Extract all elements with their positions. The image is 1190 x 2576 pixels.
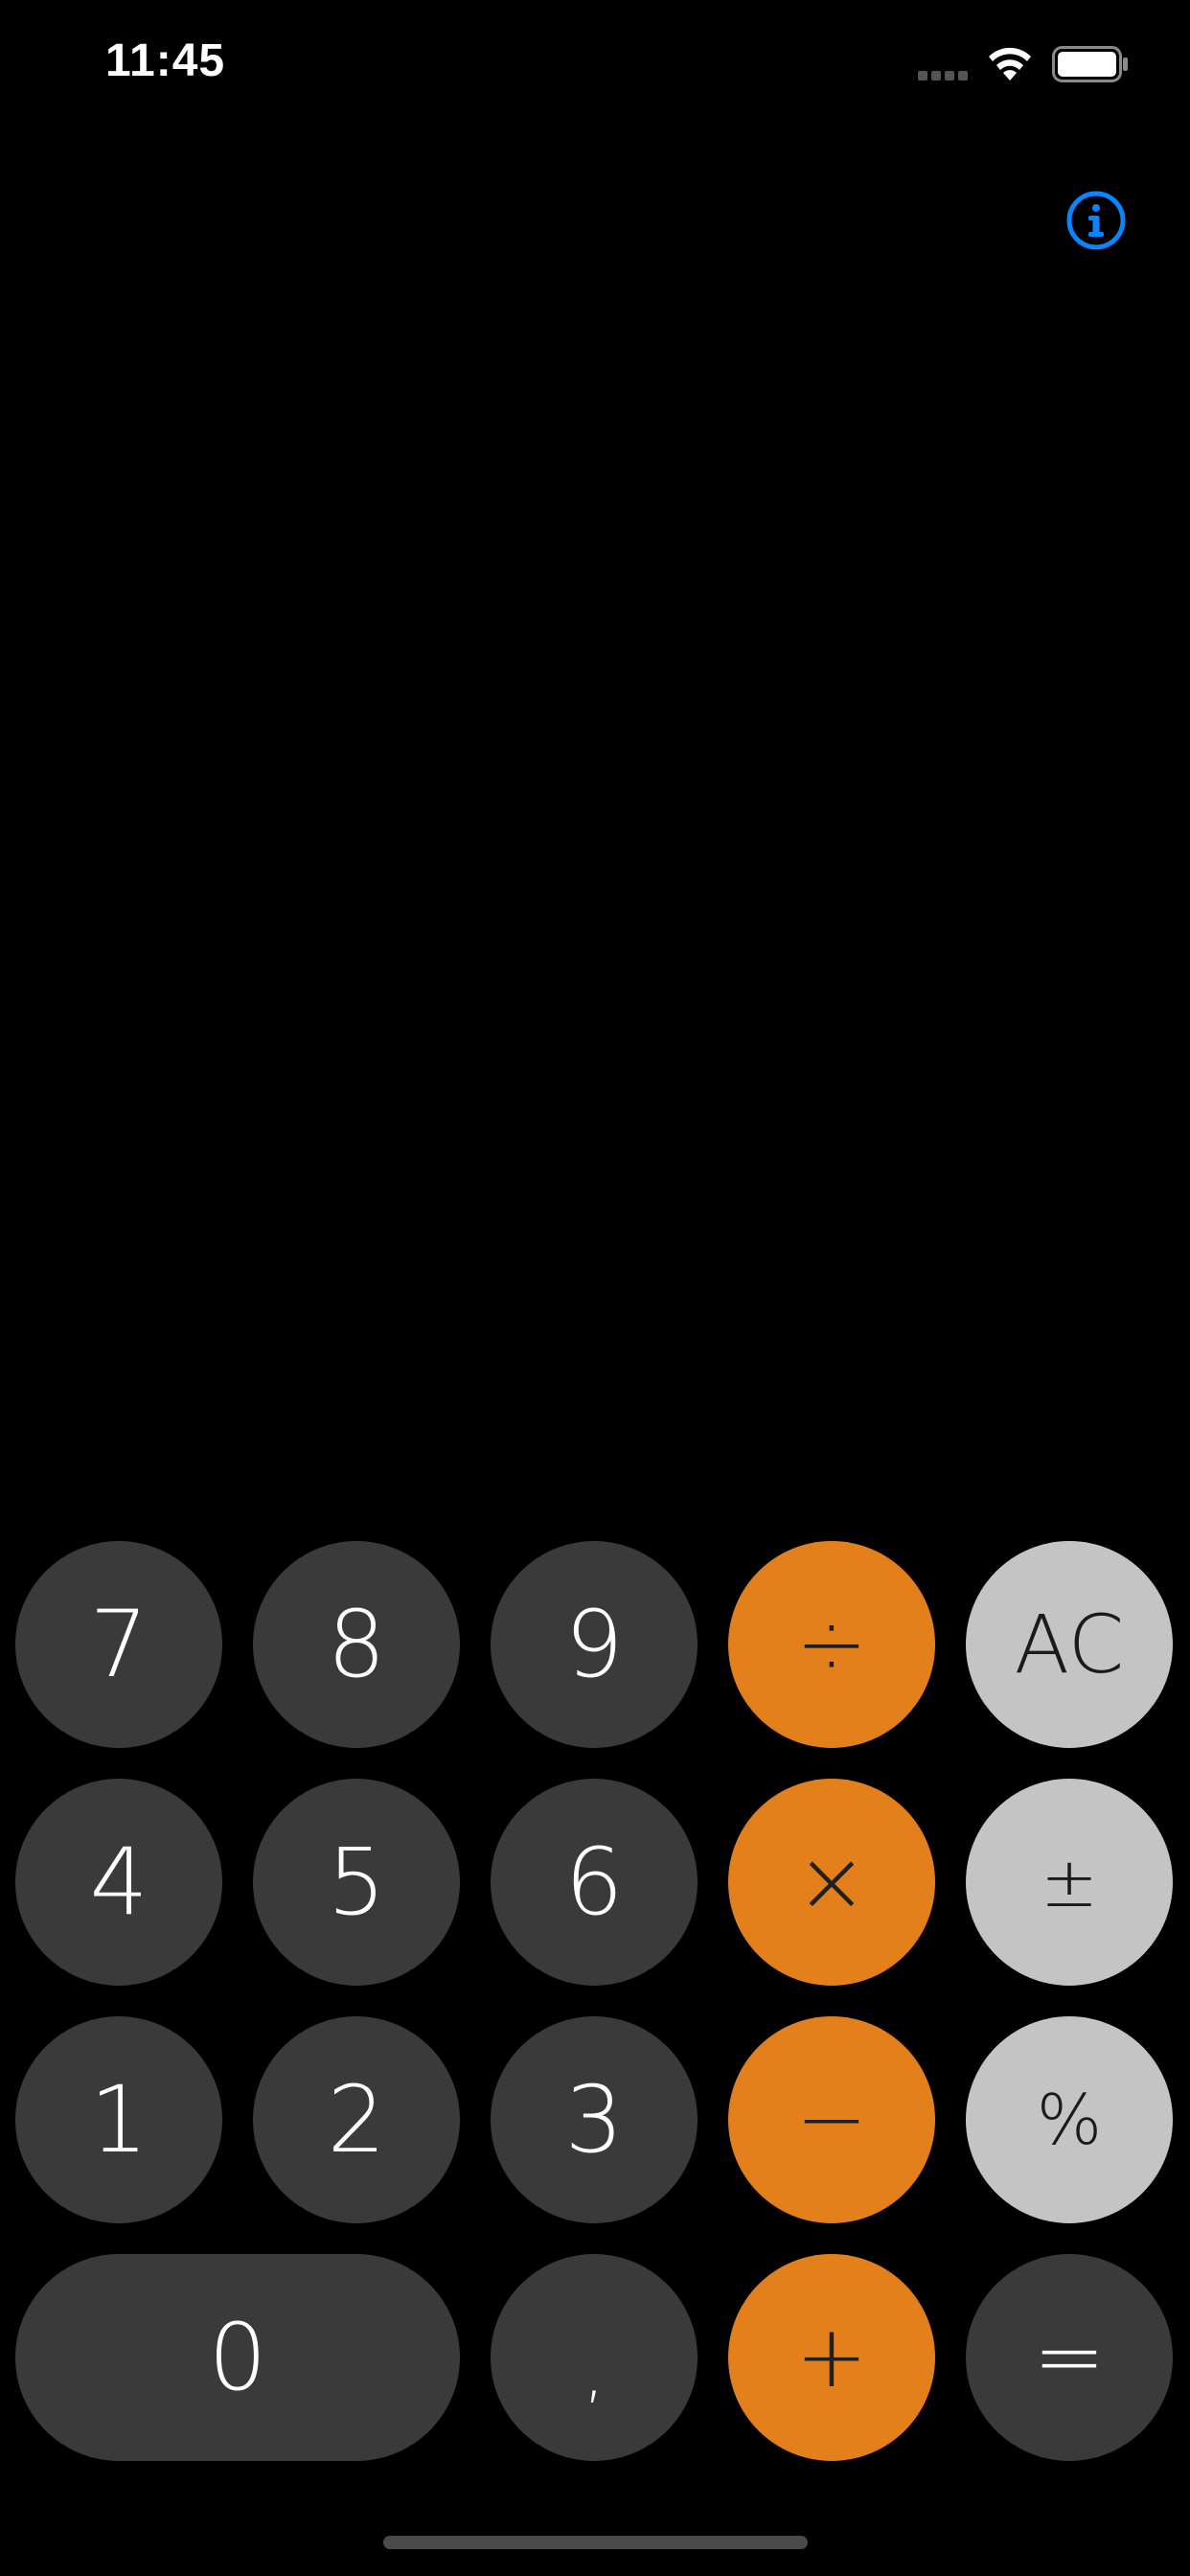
percent-label: %	[1036, 2080, 1103, 2160]
key-1-label: 1	[89, 2066, 149, 2174]
multiply-label: ×	[795, 1831, 868, 1932]
calculator-display	[38, 1054, 1150, 1495]
decimal-comma-button[interactable]: ,	[491, 2254, 698, 2461]
key-9-label: 9	[564, 1591, 624, 1698]
equals-label: =	[1033, 2307, 1106, 2407]
key-8[interactable]: 8	[253, 1541, 460, 1748]
plus-minus-button[interactable]: ±	[966, 1779, 1173, 1986]
key-3-label: 3	[564, 2066, 624, 2174]
signal-icon	[918, 71, 968, 80]
percent-button[interactable]: %	[966, 2016, 1173, 2223]
key-2[interactable]: 2	[253, 2016, 460, 2223]
add-label: +	[795, 2307, 868, 2407]
key-6-label: 6	[564, 1828, 624, 1936]
key-5[interactable]: 5	[253, 1779, 460, 1986]
plus-minus-label: ±	[1040, 1842, 1099, 1922]
key-0-label: 0	[208, 2304, 267, 2411]
divide-button[interactable]: ÷	[728, 1541, 935, 1748]
key-2-label: 2	[327, 2066, 386, 2174]
key-8-label: 8	[327, 1591, 386, 1698]
wifi-icon	[989, 47, 1031, 80]
all-clear-label: AC	[1014, 1598, 1125, 1691]
key-0[interactable]: 0	[15, 2254, 460, 2461]
battery-icon	[1052, 46, 1128, 82]
home-indicator[interactable]	[383, 2536, 808, 2549]
key-1[interactable]: 1	[15, 2016, 222, 2223]
multiply-button[interactable]: ×	[728, 1779, 935, 1986]
status-bar: 11:45	[0, 0, 1190, 134]
divide-label: ÷	[795, 1594, 868, 1694]
key-5-label: 5	[327, 1828, 386, 1936]
decimal-comma-label: ,	[583, 2333, 606, 2411]
key-4[interactable]: 4	[15, 1779, 222, 1986]
key-9[interactable]: 9	[491, 1541, 698, 1748]
all-clear-button[interactable]: AC	[966, 1541, 1173, 1748]
add-button[interactable]: +	[728, 2254, 935, 2461]
status-time: 11:45	[105, 35, 226, 86]
subtract-button[interactable]: −	[728, 2016, 935, 2223]
info-icon[interactable]	[1065, 190, 1127, 251]
key-7[interactable]: 7	[15, 1541, 222, 1748]
key-7-label: 7	[89, 1591, 149, 1698]
key-4-label: 4	[89, 1828, 149, 1936]
key-6[interactable]: 6	[491, 1779, 698, 1986]
equals-button[interactable]: =	[966, 2254, 1173, 2461]
keypad: 7 8 9 ÷ AC 4 5 6 × ± 1 2 3 − % 0 , + =	[15, 1541, 1175, 2461]
key-3[interactable]: 3	[491, 2016, 698, 2223]
subtract-label: −	[795, 2069, 868, 2170]
